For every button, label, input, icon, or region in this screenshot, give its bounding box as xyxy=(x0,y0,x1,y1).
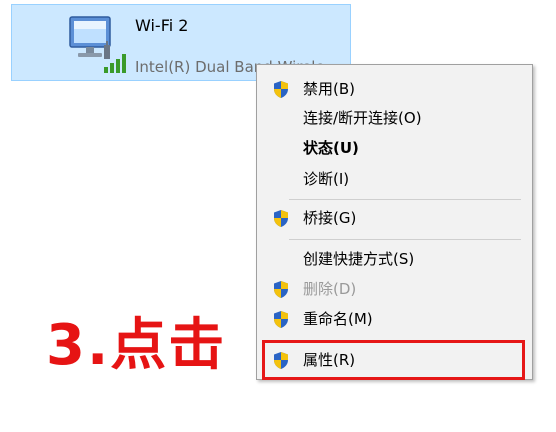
menu-item-connect-disconnect[interactable]: 连接/断开连接(O) xyxy=(257,105,532,131)
menu-item-delete: 删除(D) xyxy=(257,276,532,302)
menu-item-bridge[interactable]: 桥接(G) xyxy=(257,205,532,231)
menu-item-label: 删除(D) xyxy=(303,280,357,298)
uac-shield-icon xyxy=(274,210,288,227)
menu-separator xyxy=(289,239,521,240)
menu-item-label: 桥接(G) xyxy=(303,209,357,227)
menu-item-diagnose[interactable]: 诊断(I) xyxy=(257,166,532,192)
step-annotation: 3.点击 xyxy=(46,313,227,378)
menu-item-label: 诊断(I) xyxy=(303,170,350,188)
menu-item-create-shortcut[interactable]: 创建快捷方式(S) xyxy=(257,246,532,272)
uac-shield-icon xyxy=(274,81,288,98)
adapter-name: Wi-Fi 2 xyxy=(135,16,189,35)
menu-item-disable[interactable]: 禁用(B) xyxy=(257,76,532,102)
properties-highlight-box xyxy=(262,340,525,380)
menu-item-label: 重命名(M) xyxy=(303,310,373,328)
menu-item-rename[interactable]: 重命名(M) xyxy=(257,306,532,332)
menu-item-label: 连接/断开连接(O) xyxy=(303,109,422,127)
menu-item-label: 状态(U) xyxy=(303,139,359,157)
uac-shield-icon xyxy=(274,311,288,328)
context-menu: 禁用(B) 连接/断开连接(O) 状态(U) 诊断(I) 桥接(G) 创建快捷方… xyxy=(256,64,533,380)
menu-item-label: 禁用(B) xyxy=(303,80,355,98)
uac-shield-icon xyxy=(274,281,288,298)
menu-item-label: 创建快捷方式(S) xyxy=(303,250,415,268)
menu-item-status[interactable]: 状态(U) xyxy=(257,135,532,161)
menu-separator xyxy=(289,199,521,200)
network-adapter-icon xyxy=(69,16,126,73)
